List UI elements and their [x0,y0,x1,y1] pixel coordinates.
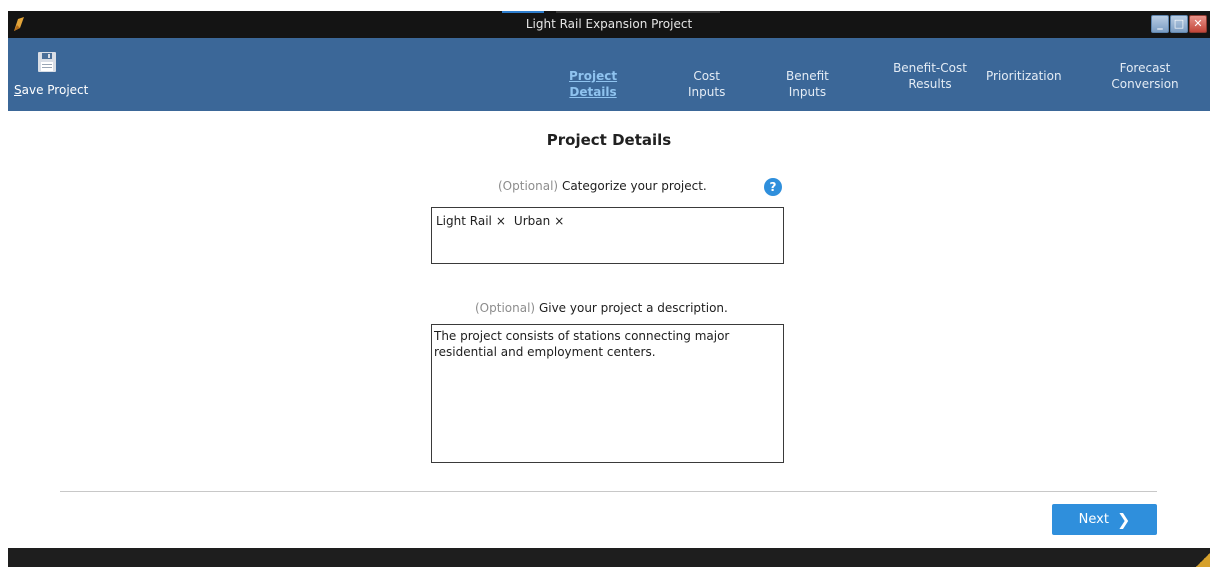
close-icon: ✕ [1193,17,1203,30]
window-controls: _ □ ✕ [1151,15,1207,33]
categorize-optional-label: (Optional) [498,179,559,193]
tag-label: Light Rail [436,214,492,228]
nav-prioritization-label: Prioritization [986,69,1062,83]
status-bar [8,548,1210,567]
title-accent-line [502,11,544,13]
description-optional-label: (Optional) [475,301,536,315]
description-prompt-text: Give your project a description. [538,301,728,315]
title-accent-line-secondary [556,11,720,13]
help-icon[interactable]: ? [764,178,782,196]
categorize-prompt-text: Categorize your project. [561,179,707,193]
header-ribbon: Save Project Project Details Cost Inputs… [8,38,1210,111]
save-project-button[interactable]: Save Project [14,52,100,102]
content-divider [60,491,1157,492]
window-left-border [0,0,8,567]
nav-project-details[interactable]: Project Details [569,68,617,100]
close-button[interactable]: ✕ [1189,15,1207,33]
nav-benefit-inputs[interactable]: Benefit Inputs [786,68,829,100]
title-bar: Light Rail Expansion Project _ □ ✕ [8,11,1210,38]
categorize-prompt: (Optional) Categorize your project. [498,179,707,193]
nav-benefit-inputs-label: Benefit Inputs [786,69,829,99]
save-project-label: Save Project [14,83,88,97]
nav-project-details-label: Project Details [569,69,618,99]
nav-benefit-cost-line2: Results [908,77,952,91]
next-button-label: Next [1078,512,1109,527]
nav-forecast-conversion[interactable]: Forecast Conversion [1105,60,1185,92]
remove-tag-icon[interactable]: × [496,214,506,228]
minimize-icon: _ [1157,17,1163,30]
resize-grip-icon[interactable] [1196,553,1210,567]
floppy-disk-icon [38,52,56,72]
tag-label: Urban [513,214,551,228]
page-title: Project Details [546,131,672,149]
nav-benefit-cost-line1: Benefit-Cost [893,61,967,75]
next-button[interactable]: Next ❯ [1052,504,1157,535]
tag-list: Light Rail × Urban × [436,214,564,228]
minimize-button[interactable]: _ [1151,15,1169,33]
description-prompt: (Optional) Give your project a descripti… [475,301,728,315]
nav-cost-inputs-label: Cost Inputs [688,69,726,99]
nav-benefit-cost-results[interactable]: Benefit-Cost Results [890,60,970,92]
tag-urban: Urban × [514,214,564,228]
maximize-icon: □ [1173,17,1185,30]
chevron-right-icon: ❯ [1116,510,1131,529]
nav-forecast-line1: Forecast [1119,61,1171,75]
nav-forecast-line2: Conversion [1111,77,1179,91]
tag-light-rail: Light Rail × [436,214,506,228]
category-tags-input[interactable]: Light Rail × Urban × [431,207,784,264]
nav-prioritization[interactable]: Prioritization [986,68,1062,84]
main-content: Project Details (Optional) Categorize yo… [8,111,1210,548]
remove-tag-icon[interactable]: × [554,214,564,228]
save-label-rest: ave Project [21,83,89,97]
window-title: Light Rail Expansion Project [525,17,693,31]
maximize-button[interactable]: □ [1170,15,1188,33]
app-window: Light Rail Expansion Project _ □ ✕ Save … [0,0,1210,567]
nav-cost-inputs[interactable]: Cost Inputs [688,68,725,100]
save-mnemonic: S [14,83,22,97]
description-textarea[interactable]: The project consists of stations connect… [431,324,784,463]
